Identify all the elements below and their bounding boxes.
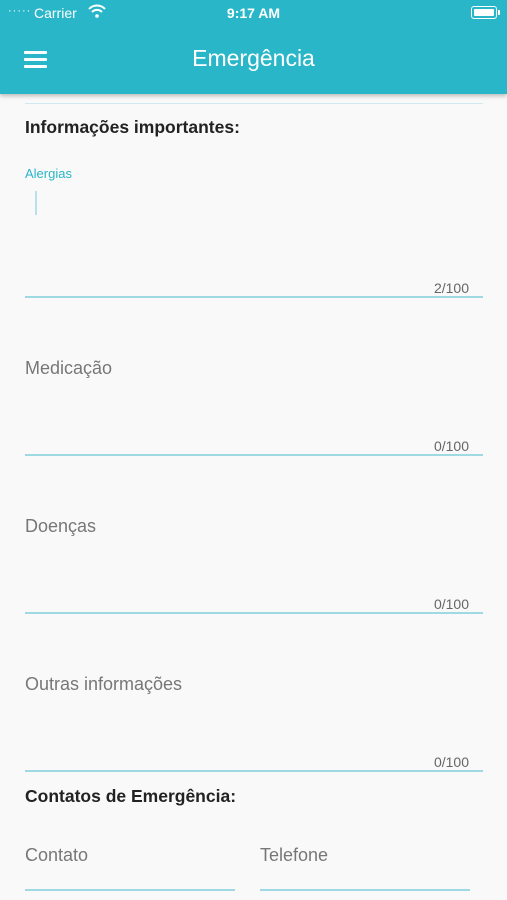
contact-phone-field[interactable]: Telefone — [260, 845, 470, 893]
medication-label: Medicação — [25, 358, 113, 378]
medication-field[interactable]: Medicação 0/100 — [25, 358, 483, 456]
emergency-contacts-heading: Contatos de Emergência: — [25, 786, 237, 806]
divider — [25, 103, 483, 104]
other-info-underline — [25, 770, 483, 772]
allergies-label: Alergias — [25, 166, 72, 181]
status-bar: ····· Carrier 9:17 AM — [0, 0, 507, 26]
diseases-counter: 0/100 — [433, 596, 469, 612]
contact-phone-label: Telefone — [260, 845, 329, 865]
allergies-counter: 2/100 — [433, 280, 469, 296]
text-cursor — [35, 191, 37, 215]
contact-phone-underline — [260, 889, 470, 891]
app-header: ····· Carrier 9:17 AM Emergência — [0, 0, 507, 94]
other-info-field[interactable]: Outras informações 0/100 — [25, 674, 483, 772]
important-info-heading: Informações importantes: — [25, 117, 240, 137]
emergency-form: Informações importantes: Alergias 2/100 … — [0, 94, 507, 900]
battery-icon — [471, 6, 500, 19]
page-title: Emergência — [192, 45, 315, 71]
contact-name-field[interactable]: Contato — [25, 845, 235, 893]
contact-name-underline — [25, 889, 235, 891]
diseases-underline — [25, 612, 483, 614]
other-info-label: Outras informações — [25, 674, 183, 694]
medication-underline — [25, 454, 483, 456]
contact-name-label: Contato — [25, 845, 89, 865]
allergies-underline — [25, 296, 483, 298]
other-info-counter: 0/100 — [433, 754, 469, 770]
diseases-field[interactable]: Doenças 0/100 — [25, 516, 483, 614]
medication-counter: 0/100 — [433, 438, 469, 454]
battery-level — [473, 8, 494, 16]
status-time: 9:17 AM — [226, 5, 281, 21]
allergies-field[interactable]: Alergias 2/100 — [25, 166, 483, 298]
diseases-label: Doenças — [25, 516, 97, 536]
